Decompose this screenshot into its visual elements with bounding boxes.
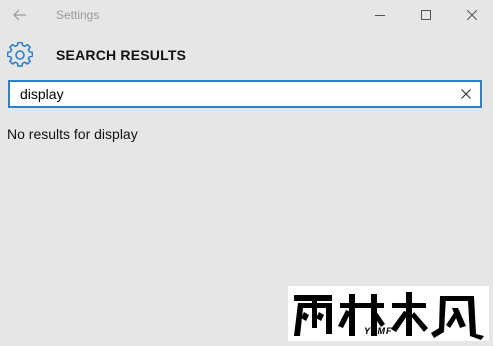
close-window-button[interactable] bbox=[449, 0, 493, 30]
maximize-icon bbox=[421, 10, 431, 20]
search-box[interactable] bbox=[8, 80, 482, 108]
no-results-message: No results for display bbox=[7, 126, 138, 142]
close-icon bbox=[461, 89, 471, 99]
minimize-icon bbox=[375, 15, 385, 16]
minimize-button[interactable] bbox=[357, 0, 403, 30]
search-input[interactable] bbox=[20, 82, 450, 106]
close-icon bbox=[467, 10, 477, 20]
window-title: Settings bbox=[56, 8, 100, 22]
gear-icon bbox=[7, 42, 33, 67]
page-title: SEARCH RESULTS bbox=[56, 47, 187, 63]
back-button[interactable] bbox=[8, 4, 32, 26]
page-header: SEARCH RESULTS bbox=[0, 38, 493, 72]
back-arrow-icon bbox=[13, 9, 26, 21]
maximize-button[interactable] bbox=[403, 0, 449, 30]
watermark-logo: YLMF bbox=[288, 286, 489, 341]
watermark-subtext: YLMF bbox=[364, 326, 393, 336]
clear-search-button[interactable] bbox=[456, 84, 476, 104]
title-bar: Settings bbox=[0, 0, 493, 30]
